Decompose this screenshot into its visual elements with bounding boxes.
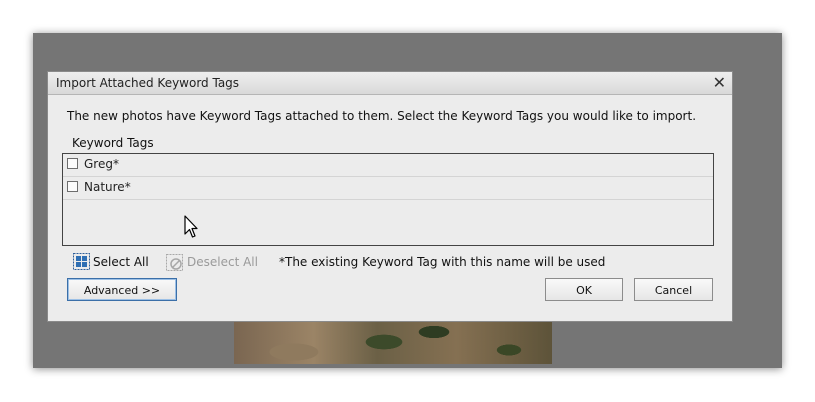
cancel-button[interactable]: Cancel (634, 278, 713, 301)
close-icon[interactable]: ✕ (713, 73, 726, 93)
mouse-pointer-icon (184, 215, 198, 238)
dialog-title: Import Attached Keyword Tags (56, 76, 240, 90)
list-item-label: Nature* (84, 180, 131, 194)
photo-thumbnail (234, 322, 552, 364)
advanced-button[interactable]: Advanced >> (67, 278, 177, 301)
select-all-icon[interactable] (73, 253, 90, 270)
list-item-label: Greg* (84, 157, 119, 171)
dialog-titlebar: Import Attached Keyword Tags ✕ (48, 72, 732, 95)
import-keyword-tags-dialog: Import Attached Keyword Tags ✕ The new p… (47, 71, 733, 322)
checkbox-greg[interactable] (67, 158, 78, 169)
checkbox-nature[interactable] (67, 181, 78, 192)
keyword-tags-list: Greg* Nature* (62, 153, 714, 246)
dialog-message: The new photos have Keyword Tags attache… (67, 109, 697, 123)
list-item[interactable]: Nature* (63, 177, 713, 200)
existing-tag-note: *The existing Keyword Tag with this name… (279, 255, 606, 269)
list-item[interactable]: Greg* (63, 154, 713, 177)
deselect-all-button[interactable]: Deselect All (187, 255, 258, 269)
deselect-all-icon[interactable] (166, 254, 183, 271)
ok-button[interactable]: OK (545, 278, 623, 301)
select-all-button[interactable]: Select All (93, 255, 149, 269)
keyword-tags-label: Keyword Tags (72, 136, 154, 150)
